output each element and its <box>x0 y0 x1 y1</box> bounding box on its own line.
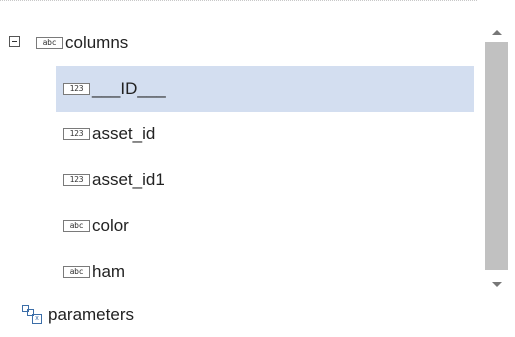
string-type-icon: abc <box>63 266 90 278</box>
tree-node-parameters[interactable]: x parameters <box>22 293 134 337</box>
string-type-icon: abc <box>63 220 90 232</box>
tree-node-label: asset_id1 <box>92 170 165 189</box>
tree-node-columns[interactable]: abc columns <box>36 21 128 65</box>
tree-node-label: asset_id <box>92 124 156 143</box>
scroll-thumb[interactable] <box>485 42 508 270</box>
tree-node-color[interactable]: abc color <box>63 204 129 248</box>
tree-node-label: columns <box>65 33 129 52</box>
number-type-icon: 123 <box>63 128 90 140</box>
scroll-down-arrow-icon[interactable] <box>485 276 509 296</box>
parameters-icon: x <box>22 305 46 325</box>
tree-node-ham[interactable]: abc ham <box>63 250 125 294</box>
tree-node-asset-id[interactable]: 123 asset_id <box>63 112 155 156</box>
number-type-icon: 123 <box>63 83 90 95</box>
collapse-toggle-icon[interactable] <box>9 36 20 47</box>
vertical-scrollbar[interactable] <box>485 8 509 326</box>
tree-node-label: ___ID___ <box>92 79 166 98</box>
number-type-icon: 123 <box>63 174 90 186</box>
tree-node-id[interactable]: 123 ___ID___ <box>63 67 166 111</box>
column-tree: abc columns 123 ___ID___ 123 asset_id 12… <box>0 0 485 326</box>
tree-node-asset-id1[interactable]: 123 asset_id1 <box>63 158 165 202</box>
tree-node-label: color <box>92 216 129 235</box>
tree-node-label: ham <box>92 262 126 281</box>
tree-node-label: parameters <box>48 305 134 324</box>
scroll-up-arrow-icon[interactable] <box>485 24 509 44</box>
string-type-icon: abc <box>36 37 63 49</box>
